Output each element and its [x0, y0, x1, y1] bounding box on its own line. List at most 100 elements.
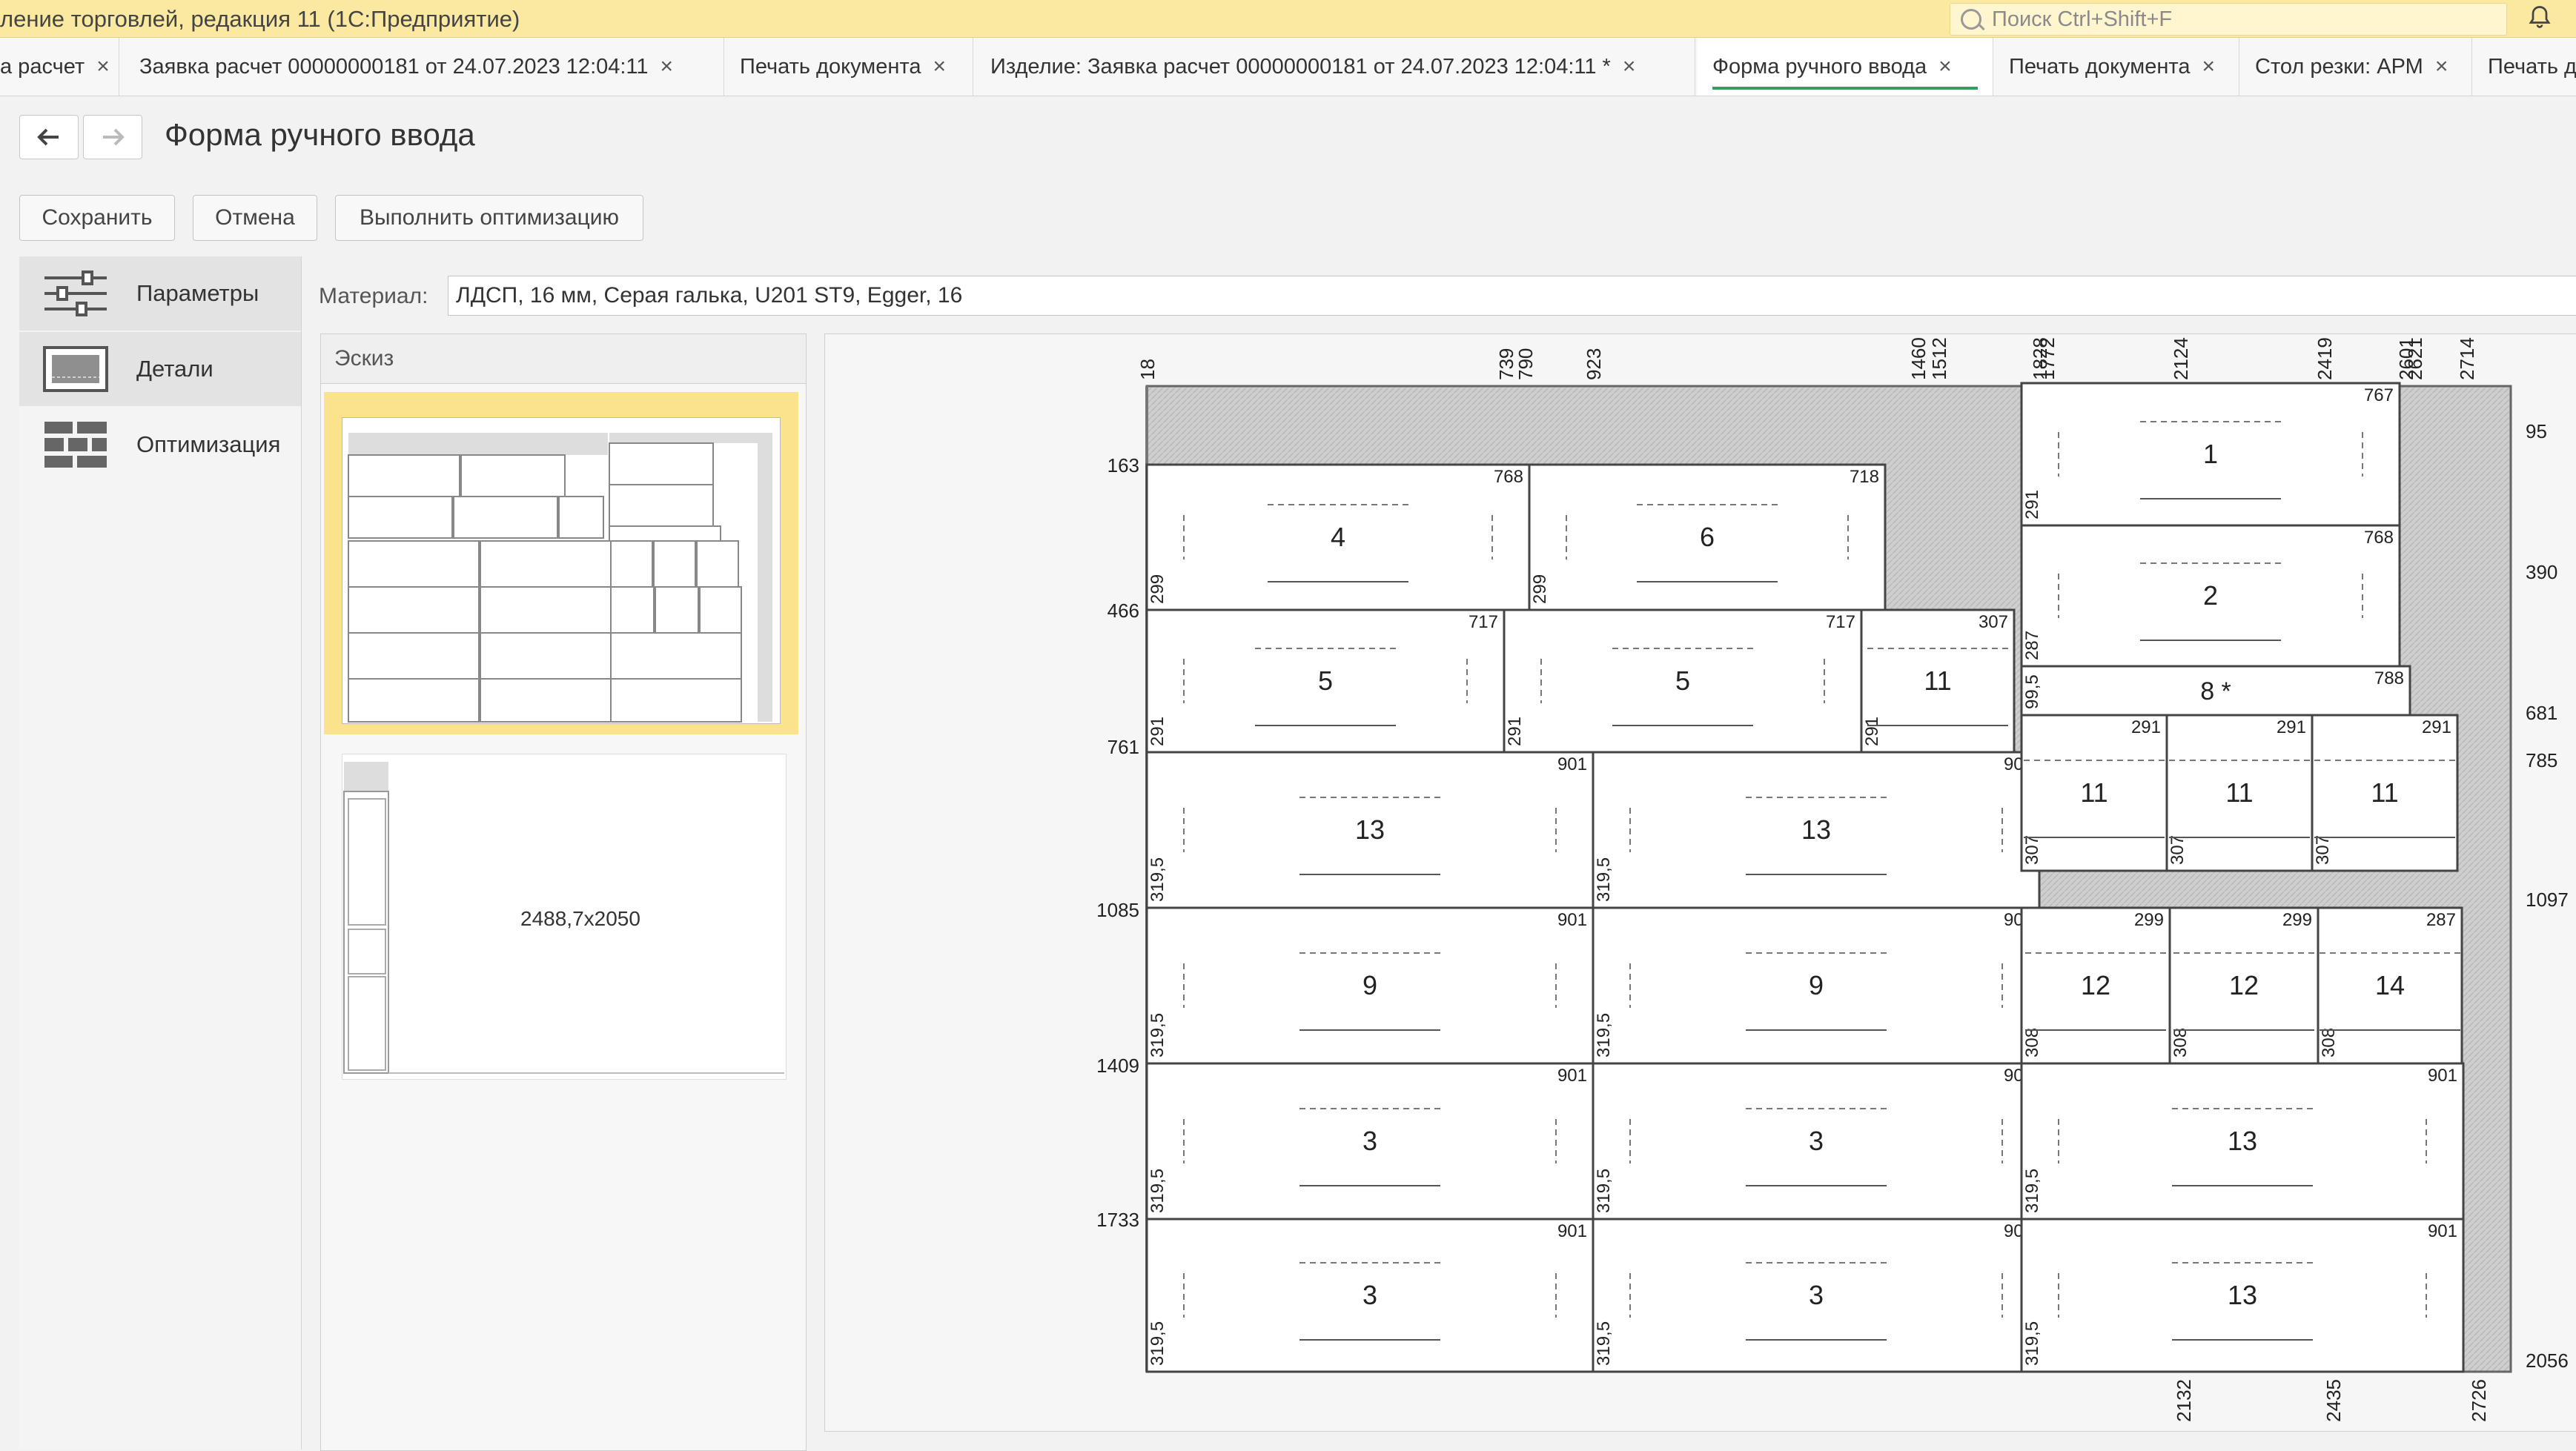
- tab-label: Форма ручного ввода: [1712, 54, 1927, 79]
- cut-part[interactable]: 13901319,5: [1592, 751, 2041, 909]
- close-icon[interactable]: ×: [96, 54, 110, 79]
- part-label: 1: [2203, 439, 2218, 469]
- part-label: 11: [1924, 665, 1951, 696]
- cut-part[interactable]: 11 291 307: [2020, 714, 2168, 872]
- part-width: 768: [1494, 467, 1523, 487]
- part-width: 717: [1826, 612, 1855, 632]
- top-tick-label: 1460: [1907, 337, 1930, 380]
- cut-part[interactable]: 12 299 308: [2168, 906, 2320, 1065]
- optimize-button[interactable]: Выполнить оптимизацию: [335, 195, 643, 241]
- close-icon[interactable]: ×: [1938, 54, 1952, 79]
- part-height: 319,5: [1148, 857, 1168, 902]
- cutting-map-panel: 4 768 299 6 718 299 1 767 291 5 717 291 5 717 291 11 307…: [824, 333, 2576, 1432]
- tab-7[interactable]: Стол резки: АРМ ×: [2240, 38, 2472, 96]
- sidebar-item-label: Оптимизация: [136, 431, 281, 457]
- sliders-icon: [44, 270, 107, 316]
- cut-part[interactable]: 9901319,5: [1592, 906, 2041, 1065]
- part-label: 11: [2080, 777, 2108, 808]
- cut-part[interactable]: 11 291 307: [2311, 714, 2459, 872]
- search-input[interactable]: Поиск Ctrl+Shift+F: [1950, 3, 2507, 36]
- cut-part[interactable]: 3901319,5: [1592, 1062, 2041, 1221]
- top-tick-label: 2621: [2404, 337, 2426, 380]
- close-icon[interactable]: ×: [1623, 54, 1636, 79]
- cut-part[interactable]: 1 767 291: [2020, 382, 2401, 527]
- cut-part[interactable]: 11 291 307: [2165, 714, 2314, 872]
- right-tick-label: 390: [2526, 561, 2557, 583]
- cut-part[interactable]: 12 299 308: [2020, 906, 2171, 1065]
- tab-label: а расчет: [0, 54, 85, 79]
- sketch-panel: Эскиз 2488,7x2050: [320, 333, 807, 1451]
- cut-part[interactable]: 5 717 291: [1145, 608, 1506, 754]
- part-width: 768: [2364, 528, 2394, 548]
- bell-icon[interactable]: [2526, 4, 2553, 30]
- tab-4[interactable]: Изделие: Заявка расчет 00000000181 от 24…: [976, 38, 1695, 96]
- tab-8[interactable]: Печать д: [2473, 38, 2576, 96]
- part-height: 291: [1505, 717, 1525, 746]
- cut-part[interactable]: 6 718 299: [1528, 463, 1887, 611]
- back-button[interactable]: [19, 115, 79, 159]
- window-title: ление торговлей, редакция 11 (1С:Предпри…: [0, 6, 520, 32]
- forward-button[interactable]: [83, 115, 142, 159]
- tab-1[interactable]: а расчет ×: [0, 38, 119, 96]
- active-tab-underline: [1712, 87, 1978, 90]
- sheet-size-label: 2488,7x2050: [520, 907, 640, 930]
- tab-label: Изделие: Заявка расчет 00000000181 от 24…: [990, 54, 1611, 79]
- part-height: 308: [2022, 1028, 2042, 1057]
- right-tick-label: 1097: [2526, 889, 2569, 911]
- top-tick-label: 1828: [2029, 337, 2051, 380]
- cut-part[interactable]: 11 307 291: [1860, 608, 2016, 754]
- sheet-thumbnail-2[interactable]: 2488,7x2050: [342, 754, 787, 1080]
- tab-2[interactable]: Заявка расчет 00000000181 от 24.07.2023 …: [125, 38, 724, 96]
- sheet-thumbnail-1[interactable]: [324, 392, 798, 734]
- part-width: 901: [2428, 1221, 2457, 1241]
- sidebar-item-optimization[interactable]: Оптимизация: [19, 408, 301, 482]
- part-width: 299: [2134, 910, 2164, 930]
- part-height: 291: [2022, 490, 2042, 519]
- cut-part[interactable]: 9901319,5: [1145, 906, 1595, 1065]
- sketch-title: Эскиз: [334, 346, 394, 371]
- part-width: 299: [2282, 910, 2312, 930]
- part-label: 13: [2228, 1280, 2257, 1310]
- left-tick-label: 1733: [1096, 1209, 1139, 1231]
- sidebar: Параметры Детали Оптимизация: [19, 256, 302, 1450]
- close-icon[interactable]: ×: [2202, 54, 2215, 79]
- material-field[interactable]: ЛДСП, 16 мм, Серая галька, U201 ST9, Egg…: [448, 276, 2576, 316]
- part-height: 308: [2319, 1028, 2339, 1057]
- monitor-icon: [43, 346, 108, 392]
- cancel-button[interactable]: Отмена: [193, 195, 317, 241]
- tab-5[interactable]: Форма ручного ввода ×: [1698, 38, 1993, 96]
- search-icon: [1961, 9, 1981, 30]
- tab-label: Печать д: [2488, 54, 2576, 79]
- save-button[interactable]: Сохранить: [19, 195, 175, 241]
- cut-part[interactable]: 3901319,5: [1145, 1062, 1595, 1221]
- cut-part[interactable]: 13901319,5: [2020, 1218, 2465, 1373]
- part-label: 3: [1809, 1126, 1824, 1156]
- cut-part[interactable]: 5 717 291: [1503, 608, 1863, 754]
- cut-part[interactable]: 2 768 287: [2020, 524, 2401, 668]
- tab-6[interactable]: Печать документа ×: [1994, 38, 2239, 96]
- cut-part[interactable]: 14 287 308: [2317, 906, 2463, 1065]
- close-icon[interactable]: ×: [660, 54, 674, 79]
- left-tick-label: 163: [1107, 454, 1139, 477]
- tab-label: Печать документа: [2009, 54, 2191, 79]
- part-label: 11: [2225, 777, 2253, 808]
- cut-part[interactable]: 3901319,5: [1145, 1218, 1595, 1373]
- part-label: 3: [1809, 1280, 1824, 1310]
- left-tick-label: 466: [1107, 600, 1139, 622]
- cut-part[interactable]: 3901319,5: [1592, 1218, 2041, 1373]
- sidebar-item-details[interactable]: Детали: [19, 332, 301, 406]
- cut-part[interactable]: 13901319,5: [2020, 1062, 2465, 1221]
- cutting-map[interactable]: 4768299671829917672915717291571729111307…: [825, 334, 2576, 1431]
- sidebar-item-parameters[interactable]: Параметры: [19, 256, 301, 331]
- close-icon[interactable]: ×: [2435, 54, 2448, 79]
- close-icon[interactable]: ×: [933, 54, 946, 79]
- part-label: 5: [1675, 665, 1690, 696]
- cut-part[interactable]: 8 * 788 99,5: [2020, 665, 2411, 717]
- cut-part[interactable]: 4 768 299: [1145, 463, 1531, 611]
- cut-part[interactable]: 13901319,5: [1145, 751, 1595, 909]
- tab-3[interactable]: Печать документа ×: [725, 38, 973, 96]
- part-width: 901: [1557, 1221, 1587, 1241]
- part-width: 901: [2428, 1066, 2457, 1086]
- left-tick-label: 1409: [1096, 1055, 1139, 1077]
- tab-label: Печать документа: [740, 54, 921, 79]
